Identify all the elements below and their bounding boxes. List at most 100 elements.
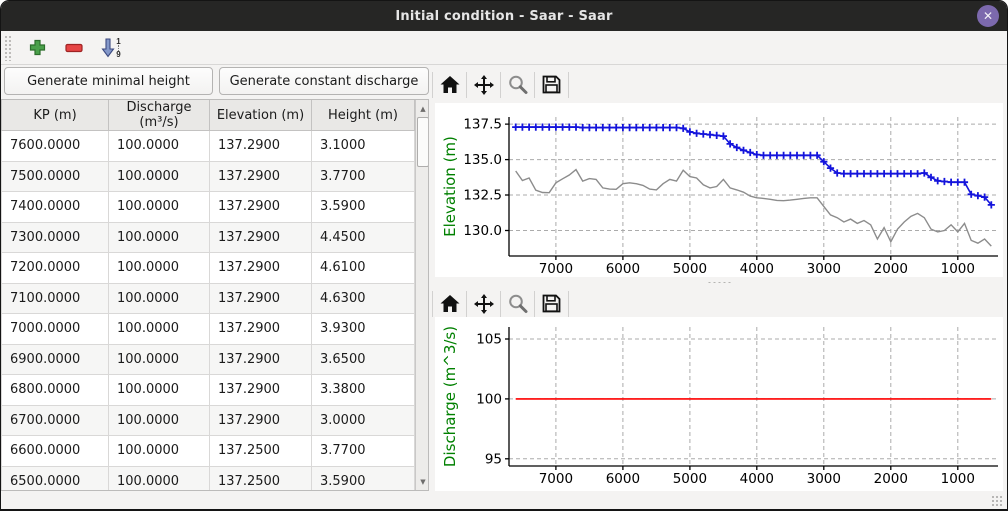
table-cell[interactable]: 100.0000 <box>109 405 210 436</box>
table-cell[interactable]: 4.4500 <box>312 222 415 253</box>
table-cell[interactable]: 3.6500 <box>312 344 415 375</box>
table-cell[interactable]: 3.3800 <box>312 375 415 406</box>
table-cell[interactable]: 100.0000 <box>109 192 210 223</box>
save-button[interactable] <box>535 71 568 99</box>
y-tick-label: 105 <box>476 332 502 348</box>
home-button[interactable] <box>433 290 466 318</box>
save-icon <box>541 293 562 314</box>
table-cell[interactable]: 137.2900 <box>210 375 312 406</box>
table-body: 7600.0000100.0000137.29003.10007500.0000… <box>2 131 415 492</box>
column-header-1[interactable]: Discharge (m³/s) <box>109 100 210 131</box>
pan-button[interactable] <box>467 71 500 99</box>
table-cell[interactable]: 100.0000 <box>109 466 210 491</box>
plots-splitter-handle[interactable] <box>432 278 1007 287</box>
column-header-3[interactable]: Height (m) <box>312 100 415 131</box>
data-table: KP (m)Discharge (m³/s)Elevation (m)Heigh… <box>1 100 415 491</box>
table-cell[interactable]: 137.2900 <box>210 405 312 436</box>
table-cell[interactable]: 6600.0000 <box>2 436 109 467</box>
save-button[interactable] <box>535 290 568 318</box>
x-tick-label: 3000 <box>807 471 841 487</box>
table-cell[interactable]: 137.2900 <box>210 344 312 375</box>
table-cell[interactable]: 100.0000 <box>109 314 210 345</box>
column-header-2[interactable]: Elevation (m) <box>210 100 312 131</box>
table-cell[interactable]: 7400.0000 <box>2 192 109 223</box>
remove-row-button[interactable] <box>58 34 90 62</box>
table-cell[interactable]: 7300.0000 <box>2 222 109 253</box>
table-cell[interactable]: 7100.0000 <box>2 283 109 314</box>
table-cell[interactable]: 100.0000 <box>109 436 210 467</box>
y-tick-label: 100 <box>476 391 502 407</box>
scroll-down-arrow-icon[interactable]: ▼ <box>416 474 429 489</box>
table-cell[interactable]: 100.0000 <box>109 131 210 162</box>
table-cell[interactable]: 137.2900 <box>210 222 312 253</box>
table-scrollbar[interactable]: ▲ ▼ <box>415 100 428 490</box>
table-row: 7300.0000100.0000137.29004.4500 <box>2 222 415 253</box>
sort-numeric-icon: 1 9 <box>101 38 120 58</box>
y-tick-label: 135.0 <box>463 152 502 168</box>
table-cell[interactable]: 137.2500 <box>210 466 312 491</box>
table-cell[interactable]: 100.0000 <box>109 253 210 284</box>
elevation-plot-canvas[interactable]: 7000600050004000300020001000137.5135.013… <box>435 103 1003 277</box>
table-cell[interactable]: 6700.0000 <box>2 405 109 436</box>
add-row-button[interactable] <box>21 34 53 62</box>
zoom-button[interactable] <box>501 71 534 99</box>
table-cell[interactable]: 6800.0000 <box>2 375 109 406</box>
y-tick-label: 95 <box>485 451 502 467</box>
discharge-plot-canvas[interactable]: 700060005000400030002000100010510095Disc… <box>435 317 1003 491</box>
table-cell[interactable]: 137.2900 <box>210 314 312 345</box>
table-row: 6800.0000100.0000137.29003.3800 <box>2 375 415 406</box>
resize-grip[interactable] <box>991 495 1003 507</box>
table-cell[interactable]: 7000.0000 <box>2 314 109 345</box>
table-cell[interactable]: 6900.0000 <box>2 344 109 375</box>
table-cell[interactable]: 100.0000 <box>109 283 210 314</box>
table-cell[interactable]: 137.2900 <box>210 283 312 314</box>
generate-constant-discharge-button[interactable]: Generate constant discharge <box>219 67 429 95</box>
table-cell[interactable]: 100.0000 <box>109 344 210 375</box>
x-tick-label: 7000 <box>539 261 573 277</box>
table-cell[interactable]: 3.1000 <box>312 131 415 162</box>
discharge-chart: 700060005000400030002000100010510095Disc… <box>435 317 1003 491</box>
y-axis-label: Discharge (m^3/s) <box>441 326 459 467</box>
table-cell[interactable]: 7200.0000 <box>2 253 109 284</box>
table-cell[interactable]: 3.9300 <box>312 314 415 345</box>
table-cell[interactable]: 137.2900 <box>210 192 312 223</box>
table-cell[interactable]: 4.6300 <box>312 283 415 314</box>
generate-minimal-height-button[interactable]: Generate minimal height <box>4 67 213 95</box>
table-cell[interactable]: 7600.0000 <box>2 131 109 162</box>
pan-button[interactable] <box>467 290 500 318</box>
toolbar-grip[interactable] <box>4 35 13 61</box>
table-cell[interactable]: 100.0000 <box>109 161 210 192</box>
table-row: 7100.0000100.0000137.29004.6300 <box>2 283 415 314</box>
table-row: 7400.0000100.0000137.29003.5900 <box>2 192 415 223</box>
column-header-0[interactable]: KP (m) <box>2 100 109 131</box>
table-cell[interactable]: 3.7700 <box>312 161 415 192</box>
table-cell[interactable]: 100.0000 <box>109 375 210 406</box>
table-cell[interactable]: 6500.0000 <box>2 466 109 491</box>
titlebar[interactable]: Initial condition - Saar - Saar ✕ <box>1 1 1007 31</box>
table-cell[interactable]: 137.2500 <box>210 436 312 467</box>
table-cell[interactable]: 4.6100 <box>312 253 415 284</box>
table-cell[interactable]: 3.0000 <box>312 405 415 436</box>
magnifier-icon <box>507 74 529 96</box>
home-button[interactable] <box>433 71 466 99</box>
main-toolbar: 1 9 <box>1 31 1007 65</box>
table-cell[interactable]: 137.2900 <box>210 131 312 162</box>
y-tick-label: 137.5 <box>463 117 502 133</box>
table-cell[interactable]: 3.7700 <box>312 436 415 467</box>
table-cell[interactable]: 7500.0000 <box>2 161 109 192</box>
zoom-button[interactable] <box>501 290 534 318</box>
scrollbar-thumb[interactable] <box>417 117 429 167</box>
home-icon <box>439 294 461 314</box>
x-tick-label: 3000 <box>807 261 841 277</box>
scroll-up-arrow-icon[interactable]: ▲ <box>416 101 429 116</box>
table-cell[interactable]: 137.2900 <box>210 161 312 192</box>
table-cell[interactable]: 3.5900 <box>312 466 415 491</box>
close-button[interactable]: ✕ <box>977 5 999 27</box>
discharge-plot-toolbar <box>432 288 1007 319</box>
table-cell[interactable]: 3.5900 <box>312 192 415 223</box>
table-cell[interactable]: 100.0000 <box>109 222 210 253</box>
close-icon: ✕ <box>983 10 993 22</box>
x-tick-label: 7000 <box>539 471 573 487</box>
table-cell[interactable]: 137.2900 <box>210 253 312 284</box>
sort-rows-button[interactable]: 1 9 <box>95 34 127 62</box>
